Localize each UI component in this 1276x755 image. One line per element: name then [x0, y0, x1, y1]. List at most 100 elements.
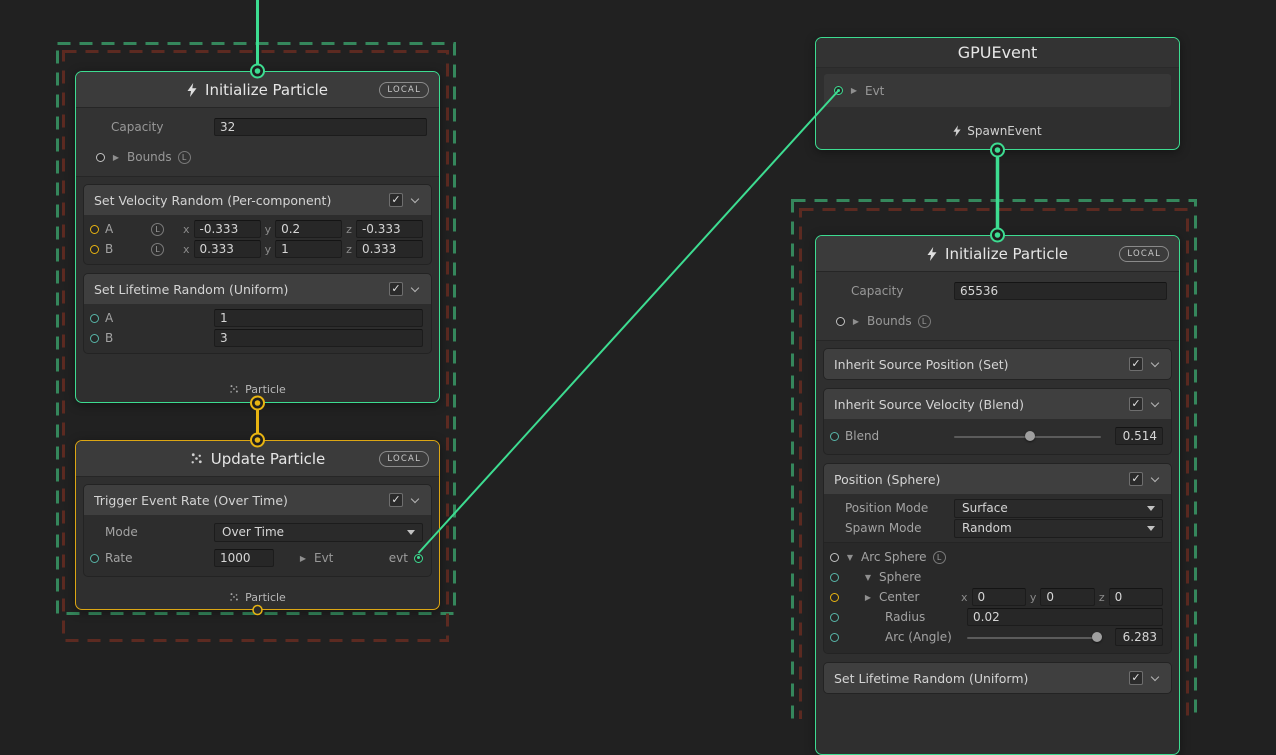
spawn-mode-value: Random — [962, 521, 1012, 535]
lifetime-b-input[interactable] — [214, 329, 423, 347]
block-header[interactable]: Inherit Source Velocity (Blend) ✓ — [824, 389, 1171, 419]
vfx-graph-canvas[interactable]: { "colors": { "context_green": "#3ddc91"… — [0, 0, 1276, 719]
set-velocity-random-block[interactable]: Set Velocity Random (Per-component) ✓ A … — [84, 185, 431, 264]
trigger-event-rate-block[interactable]: Trigger Event Rate (Over Time) ✓ Mode Ov… — [84, 485, 431, 576]
evt-input-port[interactable] — [834, 86, 843, 95]
arc-angle-slider[interactable] — [967, 630, 1101, 644]
block-enabled-checkbox[interactable]: ✓ — [389, 282, 403, 296]
node-title-bar[interactable]: GPUEvent — [816, 38, 1179, 68]
float-port[interactable] — [90, 554, 99, 563]
chevron-down-icon[interactable] — [1151, 358, 1159, 366]
x-input[interactable] — [194, 240, 261, 258]
spawn-mode-row: Spawn Mode Random — [830, 518, 1163, 538]
fold-closed-icon[interactable]: ▶ — [851, 317, 861, 326]
position-sphere-block[interactable]: Position (Sphere) ✓ Position Mode Surfac… — [824, 464, 1171, 653]
particle-output-footer[interactable]: Particle — [76, 584, 439, 610]
sphere-label: Sphere — [879, 570, 921, 584]
evt-output-port[interactable] — [414, 554, 423, 563]
z-input[interactable] — [1109, 588, 1163, 606]
mode-dropdown[interactable]: Over Time — [214, 523, 423, 542]
chevron-down-icon[interactable] — [1151, 672, 1159, 680]
block-header[interactable]: Trigger Event Rate (Over Time) ✓ — [84, 485, 431, 515]
block-header[interactable]: Position (Sphere) ✓ — [824, 464, 1171, 494]
chevron-down-icon[interactable] — [411, 494, 419, 502]
set-lifetime-random-block[interactable]: Set Lifetime Random (Uniform) ✓ A B — [84, 274, 431, 353]
fold-closed-icon[interactable]: ▶ — [298, 554, 308, 563]
block-header[interactable]: Set Lifetime Random (Uniform) ✓ — [84, 274, 431, 304]
node-settings: Capacity ▶ Bounds L — [76, 108, 439, 177]
spawn-event-footer[interactable]: SpawnEvent — [816, 113, 1179, 149]
block-header[interactable]: Inherit Source Position (Set) ✓ — [824, 349, 1171, 379]
node-title-bar[interactable]: Update Particle LOCAL — [76, 441, 439, 477]
block-enabled-checkbox[interactable]: ✓ — [1129, 357, 1143, 371]
y-input[interactable] — [1040, 588, 1094, 606]
blend-value-input[interactable] — [1115, 427, 1163, 445]
bounds-port[interactable] — [96, 153, 105, 162]
spawn-mode-dropdown[interactable]: Random — [954, 519, 1163, 538]
block-enabled-checkbox[interactable]: ✓ — [1129, 397, 1143, 411]
fold-open-icon[interactable]: ▼ — [845, 553, 855, 562]
float-port[interactable] — [90, 314, 99, 323]
blend-slider[interactable] — [954, 429, 1101, 443]
arc-angle-value-input[interactable] — [1115, 628, 1163, 646]
initialize-particle-node-left[interactable]: Initialize Particle LOCAL Capacity ▶ Bou… — [75, 71, 440, 403]
block-enabled-checkbox[interactable]: ✓ — [1129, 671, 1143, 685]
inherit-source-position-block[interactable]: Inherit Source Position (Set) ✓ — [824, 349, 1171, 379]
edge-evt-to-gpuevent[interactable] — [419, 91, 839, 554]
gpu-event-node[interactable]: GPUEvent ▶ Evt SpawnEvent — [815, 37, 1180, 150]
fold-open-icon[interactable]: ▼ — [863, 573, 873, 582]
position-mode-label: Position Mode — [845, 501, 928, 515]
node-title-bar[interactable]: Initialize Particle LOCAL — [816, 236, 1179, 272]
slider-handle[interactable] — [1092, 632, 1102, 642]
x-input[interactable] — [972, 588, 1026, 606]
set-lifetime-random-block[interactable]: Set Lifetime Random (Uniform) ✓ — [824, 663, 1171, 693]
y-input[interactable] — [275, 220, 342, 238]
arc-sphere-port[interactable] — [830, 553, 839, 562]
dropdown-arrow-icon — [1147, 506, 1155, 511]
vector3-port[interactable] — [90, 225, 99, 234]
block-body: A L x y z B L — [84, 215, 431, 264]
chevron-down-icon[interactable] — [1151, 398, 1159, 406]
chevron-down-icon[interactable] — [411, 194, 419, 202]
inherit-source-velocity-block[interactable]: Inherit Source Velocity (Blend) ✓ Blend — [824, 389, 1171, 454]
x-input[interactable] — [194, 220, 261, 238]
axis-x-label: x — [961, 591, 968, 604]
float-port[interactable] — [830, 613, 839, 622]
z-input[interactable] — [356, 220, 423, 238]
chevron-down-icon[interactable] — [1151, 473, 1159, 481]
rate-input[interactable] — [214, 549, 274, 567]
slider-handle[interactable] — [1025, 431, 1035, 441]
y-input[interactable] — [275, 240, 342, 258]
fold-closed-icon[interactable]: ▶ — [849, 86, 859, 95]
vector3-port[interactable] — [830, 593, 839, 602]
vector3-port[interactable] — [90, 245, 99, 254]
center-row: ▶ Center x y z — [830, 587, 1163, 607]
block-enabled-checkbox[interactable]: ✓ — [389, 493, 403, 507]
initialize-particle-node-right[interactable]: Initialize Particle LOCAL Capacity ▶ Bou… — [815, 235, 1180, 755]
radius-input[interactable] — [967, 608, 1163, 626]
node-title: GPUEvent — [958, 43, 1038, 62]
capacity-input[interactable] — [954, 282, 1167, 300]
update-particle-node[interactable]: Update Particle LOCAL Trigger Event Rate… — [75, 440, 440, 610]
z-input[interactable] — [356, 240, 423, 258]
chevron-down-icon[interactable] — [411, 283, 419, 291]
bounds-port[interactable] — [836, 317, 845, 326]
particle-output-footer[interactable]: Particle — [76, 376, 439, 402]
float-port[interactable] — [830, 633, 839, 642]
capacity-input[interactable] — [214, 118, 427, 136]
block-header[interactable]: Set Velocity Random (Per-component) ✓ — [84, 185, 431, 215]
block-list: Trigger Event Rate (Over Time) ✓ Mode Ov… — [76, 477, 439, 584]
blend-row: Blend — [830, 423, 1163, 449]
position-mode-dropdown[interactable]: Surface — [954, 499, 1163, 518]
block-header[interactable]: Set Lifetime Random (Uniform) ✓ — [824, 663, 1171, 693]
block-enabled-checkbox[interactable]: ✓ — [389, 193, 403, 207]
float-port[interactable] — [830, 432, 839, 441]
fold-closed-icon[interactable]: ▶ — [111, 153, 121, 162]
node-title-bar[interactable]: Initialize Particle LOCAL — [76, 72, 439, 108]
block-enabled-checkbox[interactable]: ✓ — [1129, 472, 1143, 486]
fold-closed-icon[interactable]: ▶ — [863, 593, 873, 602]
lightning-bolt-icon — [187, 83, 197, 97]
float-port[interactable] — [90, 334, 99, 343]
sphere-port[interactable] — [830, 573, 839, 582]
lifetime-a-input[interactable] — [214, 309, 423, 327]
